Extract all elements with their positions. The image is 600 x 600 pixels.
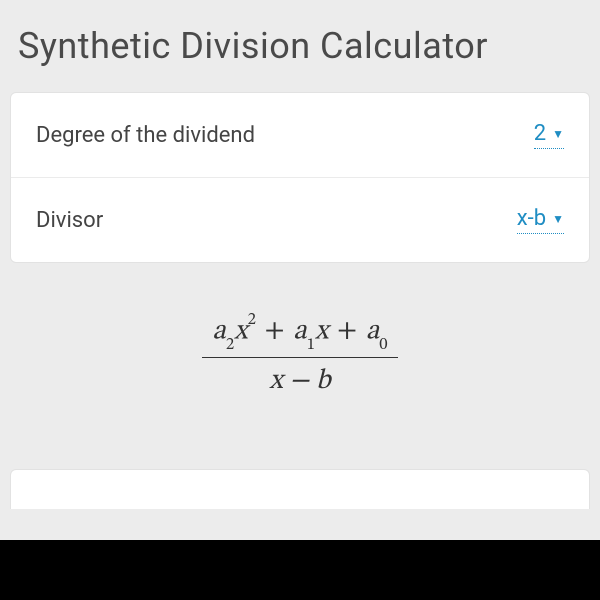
- degree-value: 2: [534, 121, 546, 146]
- divisor-select[interactable]: x-b ▼: [517, 206, 564, 234]
- formula-denominator: x − b: [202, 358, 397, 399]
- bottom-panel: [10, 469, 590, 509]
- divisor-row: Divisor x-b ▼: [11, 178, 589, 262]
- header: Synthetic Division Calculator: [0, 0, 600, 92]
- divisor-label: Divisor: [36, 208, 103, 233]
- degree-select[interactable]: 2 ▼: [534, 121, 564, 149]
- degree-label: Degree of the dividend: [36, 123, 255, 148]
- formula-numerator: a2x2 + a1x + a0: [202, 313, 397, 358]
- chevron-down-icon: ▼: [552, 212, 564, 226]
- inputs-panel: Degree of the dividend 2 ▼ Divisor x-b ▼: [10, 92, 590, 263]
- divisor-value: x-b: [517, 206, 546, 231]
- formula-fraction: a2x2 + a1x + a0 x − b: [202, 313, 397, 399]
- page-title: Synthetic Division Calculator: [18, 25, 582, 67]
- formula-display: a2x2 + a1x + a0 x − b: [0, 263, 600, 429]
- degree-row: Degree of the dividend 2 ▼: [11, 93, 589, 178]
- chevron-down-icon: ▼: [552, 127, 564, 141]
- footer-bar: [0, 540, 600, 600]
